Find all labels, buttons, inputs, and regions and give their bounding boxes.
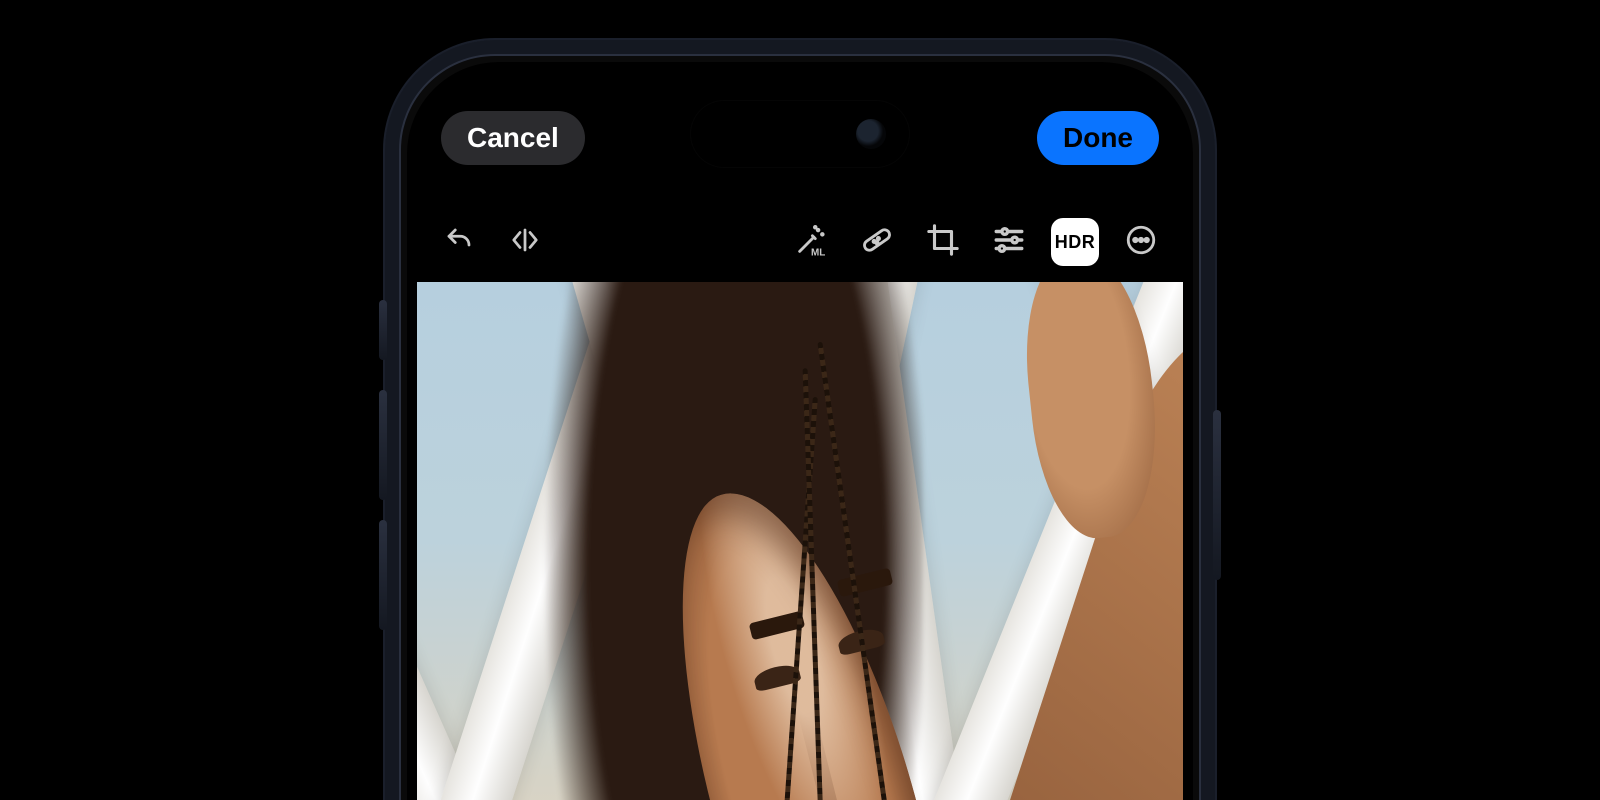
side-button-volume-down [379,520,387,630]
crop-icon [926,223,960,262]
adjust-button[interactable] [985,218,1033,266]
stage: Cancel Done [0,0,1600,800]
more-button[interactable] [1117,218,1165,266]
side-button-silence [379,300,387,360]
phone-screen: Cancel Done [417,72,1183,800]
editor-toolbar: ML [417,212,1183,272]
svg-text:ML: ML [811,247,825,256]
photo-canvas[interactable] [417,282,1183,800]
code-compare-icon [510,225,540,260]
more-ellipsis-icon [1124,223,1158,262]
crop-button[interactable] [919,218,967,266]
side-button-volume-up [379,390,387,500]
bandage-heal-icon [860,223,894,262]
undo-icon [444,225,474,260]
magic-wand-ml-icon: ML [794,223,828,262]
heal-button[interactable] [853,218,901,266]
cancel-button[interactable]: Cancel [441,111,585,165]
sliders-adjust-icon [992,223,1026,262]
done-button[interactable]: Done [1037,111,1159,165]
dynamic-island [690,100,910,168]
hdr-label: HDR [1055,232,1096,253]
hdr-toggle[interactable]: HDR [1051,218,1099,266]
phone-frame: Cancel Done [385,40,1215,800]
side-button-power [1213,410,1221,580]
photo-subject [417,282,1183,800]
magic-ml-button[interactable]: ML [787,218,835,266]
compare-button[interactable] [501,218,549,266]
undo-button[interactable] [435,218,483,266]
